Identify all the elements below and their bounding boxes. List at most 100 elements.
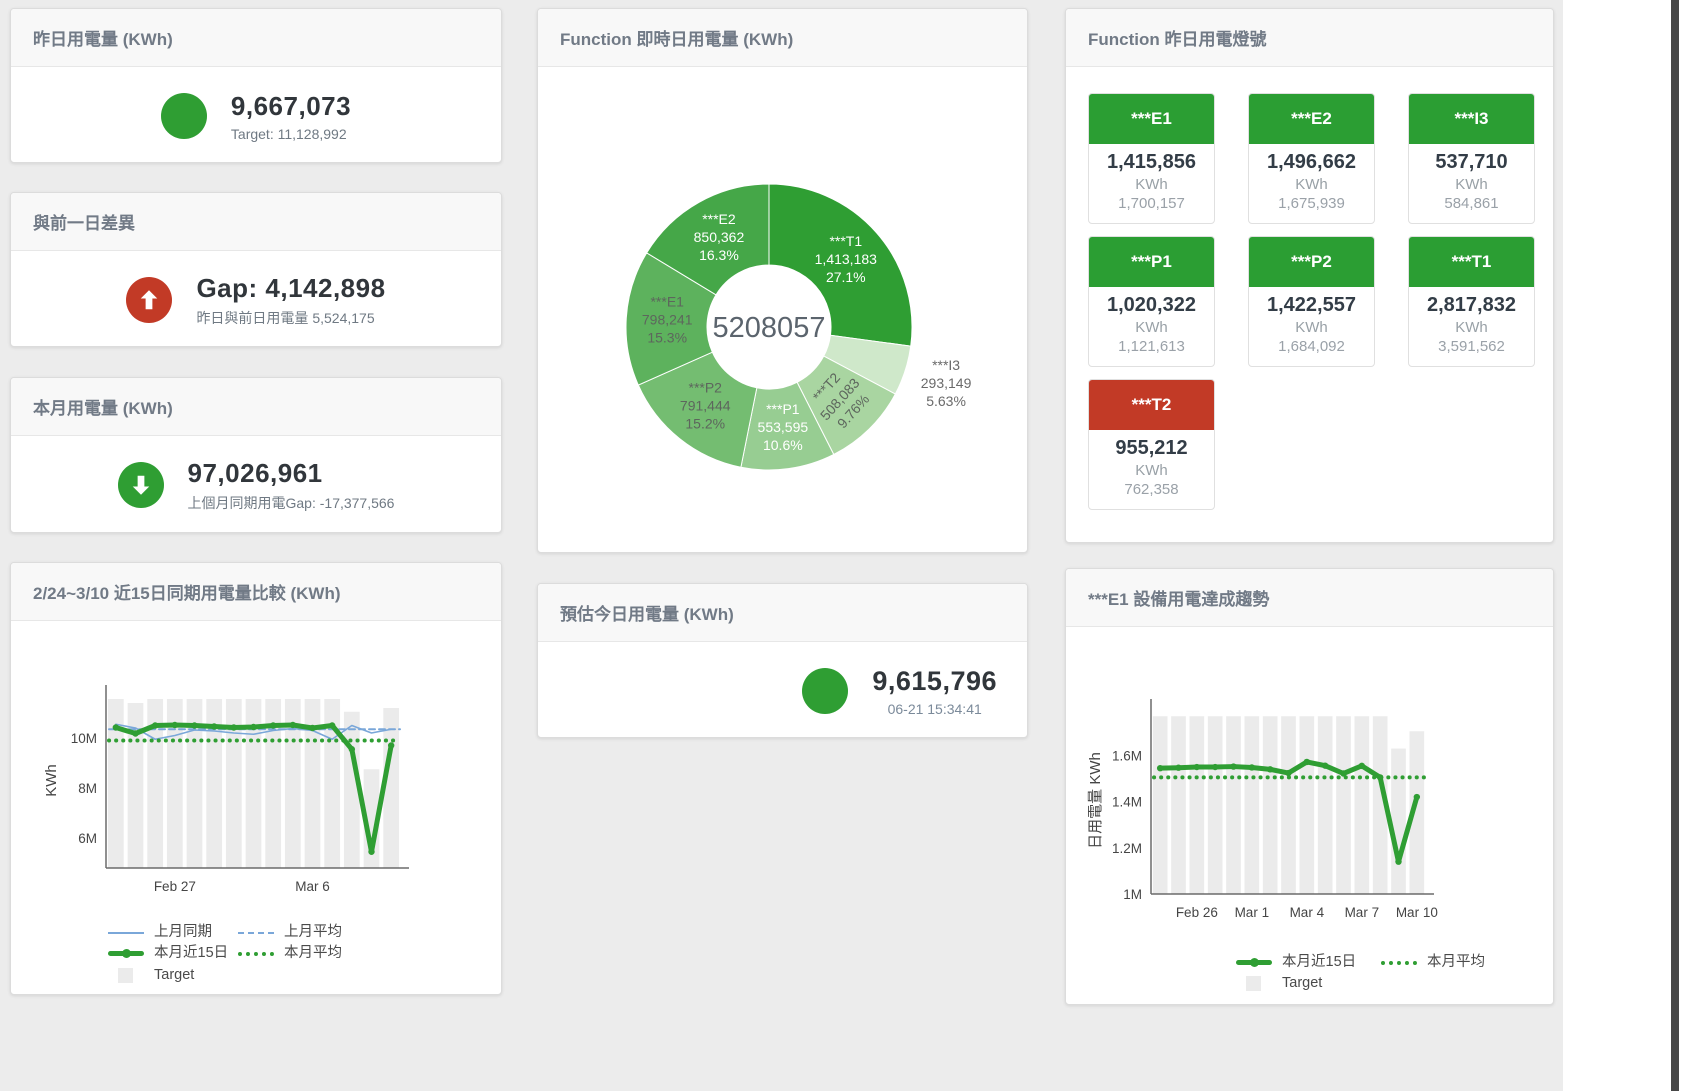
metric-body: 97,026,961 上個月同期用電Gap: -17,377,566 (11, 436, 501, 533)
legend-row: Target (108, 965, 501, 986)
lamp-tile-header: ***I3 (1409, 94, 1534, 144)
status-circle-icon (802, 668, 848, 714)
comparison-line-chart[interactable]: 6M8M10MFeb 27Mar 6KWh (11, 673, 501, 911)
lamp-tile-unit: KWh (1251, 319, 1372, 336)
metric-timestamp: 06-21 15:34:41 (872, 701, 997, 717)
lamp-tile-header: ***P2 (1249, 237, 1374, 287)
svg-text:1.2M: 1.2M (1112, 841, 1142, 856)
lamp-tile-header: ***T1 (1409, 237, 1534, 287)
legend-item-target[interactable]: Target (1236, 973, 1381, 994)
lamp-tile-target: 1,121,613 (1091, 338, 1212, 355)
svg-text:1M: 1M (1123, 887, 1142, 902)
lamp-tile-header: ***E1 (1089, 94, 1214, 144)
lamp-tile-name: ***P2 (1291, 252, 1332, 271)
legend-item-current-15day[interactable]: 本月近15日 (108, 943, 238, 964)
lamp-tile-name: ***T1 (1452, 252, 1492, 271)
card-header: ***E1 設備用電達成趨勢 (1066, 569, 1553, 627)
card-prev-day-gap: 與前一日差異 Gap: 4,142,898 昨日與前日用電量 5,524,175 (10, 192, 502, 347)
card-title: 昨日用電量 (KWh) (33, 30, 173, 49)
lamp-tile-name: ***E2 (1291, 109, 1332, 128)
card-title: 與前一日差異 (33, 214, 135, 233)
card-estimate-today: 預估今日用電量 (KWh) 9,615,796 06-21 15:34:41 (537, 583, 1028, 738)
legend-item-prev-period[interactable]: 上月同期 (108, 922, 238, 943)
lamp-tile-unit: KWh (1411, 176, 1532, 193)
legend-swatch-blue-line (108, 932, 144, 934)
legend-swatch-target-square (1246, 976, 1261, 991)
legend-label: Target (154, 965, 194, 986)
legend-label: 上月平均 (284, 922, 342, 943)
card-lamp-panel: Function 昨日用電燈號 ***E1 1,415,856 KWh 1,70… (1065, 8, 1554, 543)
metric-body: 9,615,796 06-21 15:34:41 (538, 642, 1027, 738)
lamp-tile-e2: ***E2 1,496,662 KWh 1,675,939 (1248, 93, 1375, 224)
legend-item-target[interactable]: Target (108, 965, 238, 986)
legend-row: 上月同期 上月平均 (108, 922, 501, 943)
status-circle-icon (161, 93, 207, 139)
legend-item-prev-average[interactable]: 上月平均 (238, 922, 368, 943)
lamp-tile-unit: KWh (1091, 319, 1212, 336)
legend-item-current-average[interactable]: 本月平均 (238, 943, 368, 964)
lamp-tile-unit: KWh (1091, 462, 1212, 479)
svg-text:Mar 6: Mar 6 (295, 879, 330, 894)
chart-legend: 本月近15日 本月平均 Target (1236, 952, 1553, 995)
lamp-tile-body: 1,496,662 KWh 1,675,939 (1249, 144, 1374, 223)
lamp-tile-body: 1,422,557 KWh 1,684,092 (1249, 287, 1374, 366)
page-right-margin (1563, 0, 1681, 1091)
card-title: ***E1 設備用電達成趨勢 (1088, 590, 1269, 609)
legend-label: 本月近15日 (154, 943, 228, 964)
card-15day-comparison: 2/24~3/10 近15日同期用電量比較 (KWh) 6M8M10MFeb 2… (10, 562, 502, 995)
metric-body: 9,667,073 Target: 11,128,992 (11, 67, 501, 163)
svg-text:8M: 8M (78, 781, 97, 796)
card-title: 2/24~3/10 近15日同期用電量比較 (KWh) (33, 584, 341, 603)
legend-item-current-average[interactable]: 本月平均 (1381, 952, 1526, 973)
svg-text:Mar 1: Mar 1 (1235, 905, 1270, 920)
lamp-tile-value: 537,710 (1411, 151, 1532, 174)
lamp-tile-header: ***P1 (1089, 237, 1214, 287)
lamp-tile-value: 1,415,856 (1091, 151, 1212, 174)
lamp-tile-name: ***E1 (1131, 109, 1172, 128)
lamp-tile-header: ***T2 (1089, 380, 1214, 430)
legend-swatch-green-dot (238, 952, 274, 956)
legend-swatch-green-dot (1381, 961, 1417, 965)
lamp-tile-value: 1,422,557 (1251, 294, 1372, 317)
lamp-tile-e1: ***E1 1,415,856 KWh 1,700,157 (1088, 93, 1215, 224)
lamp-tile-value: 1,020,322 (1091, 294, 1212, 317)
card-e1-trend: ***E1 設備用電達成趨勢 1M1.2M1.4M1.6MFeb 26Mar 1… (1065, 568, 1554, 1005)
metric-body: Gap: 4,142,898 昨日與前日用電量 5,524,175 (11, 251, 501, 347)
metric-value: Gap: 4,142,898 (196, 273, 385, 304)
legend-label: 上月同期 (154, 922, 212, 943)
lamp-tile-body: 2,817,832 KWh 3,591,562 (1409, 287, 1534, 366)
legend-row: Target (1236, 973, 1553, 994)
lamp-tile-value: 1,496,662 (1251, 151, 1372, 174)
card-header: Function 昨日用電燈號 (1066, 9, 1553, 67)
legend-label: Target (1282, 973, 1322, 994)
energy-dashboard: 昨日用電量 (KWh) 9,667,073 Target: 11,128,992… (0, 0, 1681, 1091)
metric-subtitle: 昨日與前日用電量 5,524,175 (196, 308, 385, 328)
lamp-tile-header: ***E2 (1249, 94, 1374, 144)
legend-label: 本月近15日 (1282, 952, 1356, 973)
lamp-tile-target: 3,591,562 (1411, 338, 1532, 355)
svg-text:Feb 26: Feb 26 (1176, 905, 1218, 920)
svg-text:Feb 27: Feb 27 (154, 879, 196, 894)
lamp-tile-i3: ***I3 537,710 KWh 584,861 (1408, 93, 1535, 224)
donut-chart[interactable]: ***T11,413,18327.1%***I3293,1495.63%***T… (538, 67, 1027, 550)
lamp-tile-target: 1,684,092 (1251, 338, 1372, 355)
metric-value: 97,026,961 (188, 458, 395, 489)
metric-text: Gap: 4,142,898 昨日與前日用電量 5,524,175 (196, 273, 385, 328)
lamp-tile-body: 1,415,856 KWh 1,700,157 (1089, 144, 1214, 223)
svg-text:KWh: KWh (43, 764, 60, 797)
lamp-grid: ***E1 1,415,856 KWh 1,700,157 ***E2 1,49… (1066, 67, 1553, 510)
metric-subtitle: Target: 11,128,992 (231, 126, 351, 142)
card-header: 2/24~3/10 近15日同期用電量比較 (KWh) (11, 563, 501, 621)
legend-swatch-green-line (1236, 960, 1272, 965)
metric-text: 97,026,961 上個月同期用電Gap: -17,377,566 (188, 458, 395, 513)
legend-item-current-15day[interactable]: 本月近15日 (1236, 952, 1381, 973)
lamp-tile-p1: ***P1 1,020,322 KWh 1,121,613 (1088, 236, 1215, 367)
arrow-down-circle-icon (118, 462, 164, 508)
lamp-tile-body: 955,212 KWh 762,358 (1089, 430, 1214, 509)
svg-text:1.6M: 1.6M (1112, 748, 1142, 763)
trend-line-chart[interactable]: 1M1.2M1.4M1.6MFeb 26Mar 1Mar 4Mar 7Mar 1… (1066, 682, 1553, 937)
scrollbar[interactable] (1671, 0, 1679, 1091)
metric-subtitle: 上個月同期用電Gap: -17,377,566 (188, 493, 395, 513)
arrow-up-circle-icon (126, 277, 172, 323)
lamp-tile-body: 1,020,322 KWh 1,121,613 (1089, 287, 1214, 366)
